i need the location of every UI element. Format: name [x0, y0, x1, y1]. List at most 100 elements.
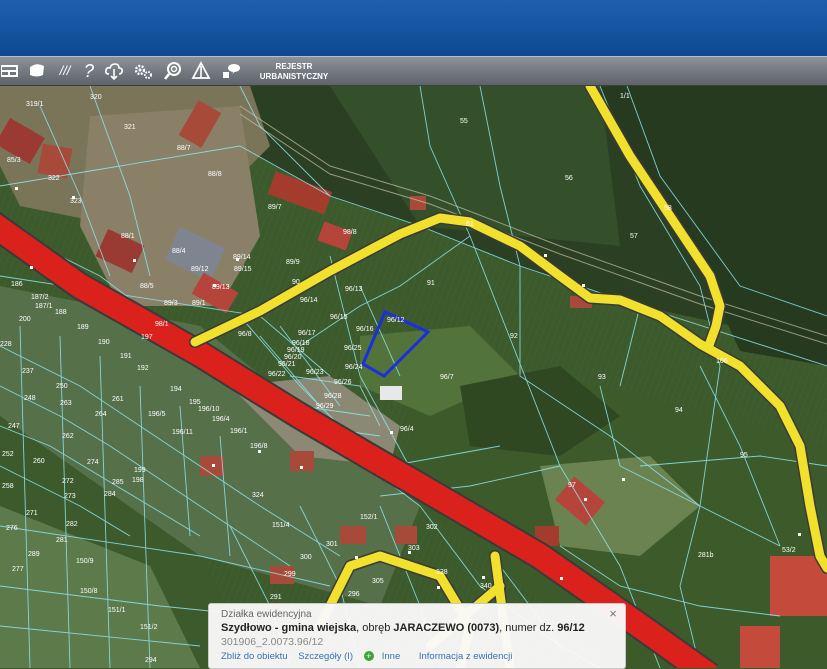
popup-links: Zbliż do obiektu Szczegóły (I) + Inne Inf… — [221, 651, 613, 662]
help-icon[interactable]: ? — [78, 60, 100, 82]
parcel-label: 200 — [19, 316, 31, 323]
comment-icon[interactable] — [220, 60, 242, 82]
parcel-label: 152/1 — [360, 514, 378, 521]
parcel-label: 273 — [64, 493, 76, 500]
parcel-label: 96/29 — [316, 403, 334, 410]
parcel-label: 56 — [565, 175, 573, 182]
parcel-label: 301 — [326, 541, 338, 548]
parcel-label: 196/11 — [172, 429, 193, 436]
parcel-label: 250 — [56, 383, 68, 390]
parcel-label: 96/17 — [298, 330, 316, 337]
parcel-label: 252 — [2, 451, 14, 458]
parcel-label: 97 — [568, 482, 576, 489]
parcel-label: 93 — [598, 374, 606, 381]
parcel-label: 281 — [56, 537, 68, 544]
close-icon[interactable]: × — [607, 607, 619, 620]
parcel-label: 196/8 — [250, 443, 268, 450]
parcel-label: 197 — [141, 334, 153, 341]
registry-info-link[interactable]: Informacja z ewidencji — [419, 651, 512, 662]
parcel-label: 281b — [698, 552, 714, 559]
map-view[interactable]: 319/1 320 321 85/3 322 323 88/7 88/8 89/… — [0, 86, 827, 668]
parcel-label: 247 — [8, 423, 20, 430]
parcel-label: 271 — [26, 510, 38, 517]
parcel-label: 195 — [189, 399, 201, 406]
other-link-label: Inne — [381, 651, 401, 662]
parcel-label: 88/1 — [121, 233, 135, 240]
parcel-label: 91 — [427, 280, 435, 287]
selected-parcel-label: 96/12 — [387, 317, 405, 324]
parcel-label: 96/7 — [440, 374, 454, 381]
cloud-download-icon[interactable] — [103, 60, 125, 82]
parcel-label: 53/2 — [782, 547, 796, 554]
parcel-label: 196/4 — [212, 416, 230, 423]
parcel-info-popup: Działka ewidencyjna Szydłowo - gmina wie… — [208, 603, 626, 669]
parcel-label: 296 — [348, 591, 360, 598]
parcel-label: 89/12 — [191, 266, 209, 273]
parcel-label: 258 — [2, 483, 14, 490]
parcel-label: 96/24 — [345, 364, 363, 371]
parcel-label: 299 — [284, 571, 296, 578]
parcel-label: 196/10 — [198, 406, 220, 413]
parcel-label: 194 — [170, 386, 182, 393]
rejestr-line2: URBANISTYCZNY — [259, 72, 329, 81]
layout-icon[interactable] — [0, 60, 22, 82]
parcel-label: 198 — [132, 477, 144, 484]
popup-number: 96/12 — [557, 622, 585, 634]
parcel-label: 96/8 — [238, 331, 252, 338]
other-link[interactable]: + Inne — [363, 651, 409, 662]
parcel-label: 94 — [675, 407, 683, 414]
zoom-to-object-link[interactable]: Zbliż do obiektu — [221, 651, 288, 662]
parcel-label: 151/1 — [108, 607, 126, 614]
parcel-label: 90 — [292, 279, 300, 286]
details-link[interactable]: Szczegóły (I) — [298, 651, 353, 662]
parcel-label: 191 — [120, 353, 132, 360]
parcel-label: 96/19 — [287, 347, 305, 354]
parcel-label: 96/13 — [345, 286, 363, 293]
parcel-label: 88/8 — [208, 171, 222, 178]
map-canvas[interactable]: 319/1 320 321 85/3 322 323 88/7 88/8 89/… — [0, 86, 827, 668]
parcel-label: 276 — [6, 525, 18, 532]
parcel-label: 85/3 — [7, 157, 21, 164]
popup-parcel-id: 301906_2.0073.96/12 — [221, 636, 324, 648]
parcel-label: 61 — [466, 221, 474, 228]
parcel-label: 300 — [300, 554, 312, 561]
parcel-label: 262 — [62, 433, 74, 440]
measure-icon[interactable]: /// — [54, 60, 76, 82]
parcel-label: 98/1 — [155, 321, 169, 328]
parcel-label: 340 — [480, 583, 492, 590]
parcel-label: 89/13 — [212, 284, 230, 291]
popup-main-line: Szydłowo - gmina wiejska, obręb JARACZEW… — [221, 622, 613, 634]
parcel-label: 189 — [77, 324, 89, 331]
parcel-label: 186 — [11, 281, 23, 288]
parcel-label: 289 — [28, 551, 40, 558]
popup-title: Działka ewidencyjna — [221, 609, 312, 620]
parcel-label: 151/4 — [272, 522, 290, 529]
parcel-label: 96/25 — [344, 345, 362, 352]
settings-icon[interactable] — [132, 60, 154, 82]
zoom-icon[interactable] — [162, 60, 184, 82]
parcel-label: 272 — [62, 478, 74, 485]
sign-icon[interactable] — [190, 60, 212, 82]
parcel-label: 260 — [33, 458, 45, 465]
parcel-label: 96/14 — [300, 297, 318, 304]
popup-obreb: JARACZEWO (0073) — [393, 622, 500, 634]
parcel-label: 285 — [112, 479, 124, 486]
parcel-label: 263 — [60, 400, 72, 407]
parcel-label: 96/21 — [278, 361, 296, 368]
popup-location: Szydłowo - gmina wiejska — [221, 622, 357, 634]
parcel-label: 338 — [436, 569, 448, 576]
parcel-label: 248 — [24, 395, 36, 402]
map-toolbar: /// ? REJESTR URBANISTYCZNY — [0, 56, 827, 86]
parcel-label: 291 — [270, 594, 282, 601]
rejestr-urbanistyczny-button[interactable]: REJESTR URBANISTYCZNY — [254, 62, 334, 82]
parcel-label: 92 — [510, 333, 518, 340]
selection-icon[interactable] — [26, 60, 48, 82]
parcel-label: 151/2 — [140, 624, 158, 631]
parcel-label: 303 — [408, 545, 420, 552]
popup-sep-1: , obręb — [356, 622, 394, 634]
parcel-label: 96/28 — [324, 393, 342, 400]
parcel-label: 192 — [137, 365, 149, 372]
parcel-label: 88/7 — [177, 145, 191, 152]
parcel-label: 305 — [372, 578, 384, 585]
parcel-label: 199 — [134, 467, 146, 474]
